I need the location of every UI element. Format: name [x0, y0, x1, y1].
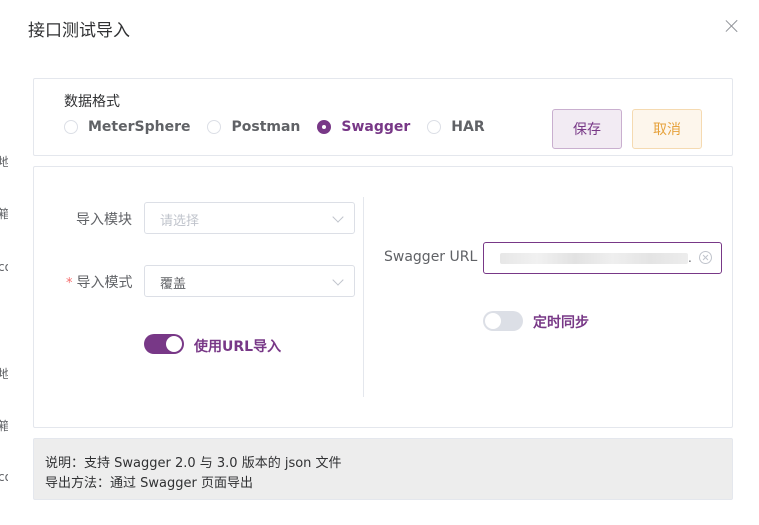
module-label: 导入模块: [76, 212, 132, 228]
vertical-divider: [363, 197, 364, 397]
import-dialog: 接口测试导入 数据格式 MeterSphere Postman Swagger …: [8, 0, 759, 525]
url-import-toggle[interactable]: [144, 334, 184, 354]
radio-har[interactable]: HAR: [427, 119, 485, 135]
note-line-1: 说明：支持 Swagger 2.0 与 3.0 版本的 json 文件: [45, 456, 342, 471]
radio-circle-icon: [64, 120, 78, 134]
radio-postman[interactable]: Postman: [207, 119, 300, 135]
format-radio-group: MeterSphere Postman Swagger HAR: [64, 119, 502, 135]
save-button[interactable]: 保存: [552, 109, 622, 149]
radio-label: HAR: [451, 119, 485, 135]
swagger-url-label: Swagger URL: [384, 249, 478, 265]
radio-metersphere[interactable]: MeterSphere: [64, 119, 190, 135]
chevron-down-icon: [332, 274, 344, 286]
mode-label-text: 导入模式: [76, 275, 133, 291]
instructions-note: 说明：支持 Swagger 2.0 与 3.0 版本的 json 文件 导出方法…: [33, 438, 733, 500]
radio-swagger[interactable]: Swagger: [317, 119, 410, 135]
toggle-knob: [166, 336, 182, 352]
radio-label: Postman: [231, 119, 301, 135]
clear-icon[interactable]: [699, 251, 712, 264]
module-select[interactable]: 请选择: [144, 202, 355, 234]
settings-card: 导入模块 请选择 * 导入模式 覆盖 使用URL导入 Swagger URL . …: [33, 166, 733, 428]
module-placeholder: 请选择: [160, 214, 200, 229]
scheduled-sync-toggle[interactable]: [483, 311, 523, 331]
mode-label: * 导入模式: [66, 272, 133, 292]
dialog-title: 接口测试导入: [28, 21, 130, 41]
note-line-2: 导出方法：通过 Swagger 页面导出: [45, 476, 253, 491]
background-page: 地 箱 co 地 箱 co: [0, 0, 12, 525]
radio-label: Swagger: [341, 119, 411, 135]
mode-value: 覆盖: [160, 277, 187, 292]
toggle-knob: [485, 313, 501, 329]
close-icon[interactable]: [723, 17, 741, 35]
format-card: 数据格式 MeterSphere Postman Swagger HAR 保存 …: [33, 78, 733, 156]
radio-checked-icon: [317, 120, 332, 134]
redacted-url-value: [500, 253, 688, 264]
swagger-url-input[interactable]: .: [483, 242, 722, 274]
format-label: 数据格式: [64, 94, 120, 110]
scheduled-sync-label: 定时同步: [533, 315, 589, 331]
mode-select[interactable]: 覆盖: [144, 265, 355, 297]
required-mark: *: [66, 276, 73, 291]
url-import-label: 使用URL导入: [194, 339, 282, 355]
radio-circle-icon: [427, 120, 442, 134]
cancel-button[interactable]: 取消: [632, 109, 702, 149]
radio-label: MeterSphere: [88, 119, 191, 135]
url-trailing-text: .: [688, 251, 692, 265]
radio-circle-icon: [207, 120, 222, 134]
chevron-down-icon: [332, 211, 344, 223]
